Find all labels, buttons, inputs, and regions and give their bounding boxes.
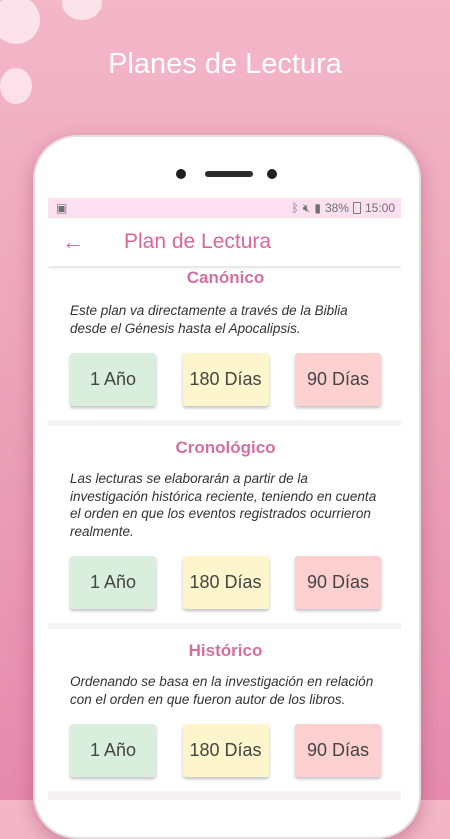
battery-icon bbox=[352, 202, 361, 214]
mute-icon: 🔇︎ bbox=[302, 200, 311, 215]
90-days-button[interactable]: 90 Días bbox=[295, 353, 381, 406]
plan-options: 1 Año 180 Días 90 Días bbox=[70, 556, 381, 609]
plan-description: Las lecturas se elaborarán a partir de l… bbox=[70, 471, 377, 539]
plan-options: 1 Año 180 Días 90 Días bbox=[70, 724, 381, 777]
app-screen: ▣ ᛒ 🔇︎ ▮ 38% 15:00 ← Plan de Lectura Can… bbox=[48, 198, 401, 800]
plan-description: Este plan va directamente a través de la… bbox=[70, 303, 348, 336]
180-days-button[interactable]: 180 Días bbox=[182, 556, 269, 609]
plan-card-historico: Histórico Ordenando se basa en la invest… bbox=[48, 629, 401, 791]
plan-card-canonico: Canónico Este plan va directamente a tra… bbox=[48, 266, 401, 420]
one-year-button[interactable]: 1 Año bbox=[70, 353, 156, 406]
90-days-button[interactable]: 90 Días bbox=[295, 724, 381, 777]
front-camera bbox=[176, 169, 186, 179]
clock: 15:00 bbox=[364, 201, 395, 215]
one-year-button[interactable]: 1 Año bbox=[70, 724, 156, 777]
battery-percentage: 38% bbox=[324, 201, 349, 215]
arrow-left-icon[interactable]: ← bbox=[48, 229, 98, 255]
page-title: Plan de Lectura bbox=[124, 230, 272, 253]
phone-speaker bbox=[205, 171, 253, 177]
signal-icon: ▮ bbox=[314, 201, 321, 215]
flower-decoration bbox=[62, 0, 102, 20]
90-days-button[interactable]: 90 Días bbox=[295, 556, 381, 609]
image-notification-icon: ▣ bbox=[56, 201, 68, 215]
plan-title: Cronológico bbox=[175, 438, 276, 457]
bluetooth-icon: ᛒ bbox=[291, 201, 299, 215]
plan-card-cronologico: Cronológico Las lecturas se elaborarán a… bbox=[48, 426, 401, 623]
promo-title: Planes de Lectura bbox=[108, 48, 342, 80]
plan-title: Histórico bbox=[188, 641, 263, 660]
flower-decoration bbox=[0, 0, 40, 44]
plan-options: 1 Año 180 Días 90 Días bbox=[70, 353, 381, 406]
plan-title: Canónico bbox=[186, 268, 265, 287]
app-bar: ← Plan de Lectura bbox=[48, 218, 401, 266]
plan-list[interactable]: Canónico Este plan va directamente a tra… bbox=[48, 266, 401, 791]
status-bar: ▣ ᛒ 🔇︎ ▮ 38% 15:00 bbox=[48, 198, 401, 218]
180-days-button[interactable]: 180 Días bbox=[182, 353, 269, 406]
plan-description: Ordenando se basa en la investigación en… bbox=[70, 674, 374, 707]
front-sensor bbox=[267, 169, 277, 179]
status-icons: ᛒ 🔇︎ ▮ 38% 15:00 bbox=[292, 201, 395, 216]
one-year-button[interactable]: 1 Año bbox=[70, 556, 156, 609]
180-days-button[interactable]: 180 Días bbox=[182, 724, 269, 777]
